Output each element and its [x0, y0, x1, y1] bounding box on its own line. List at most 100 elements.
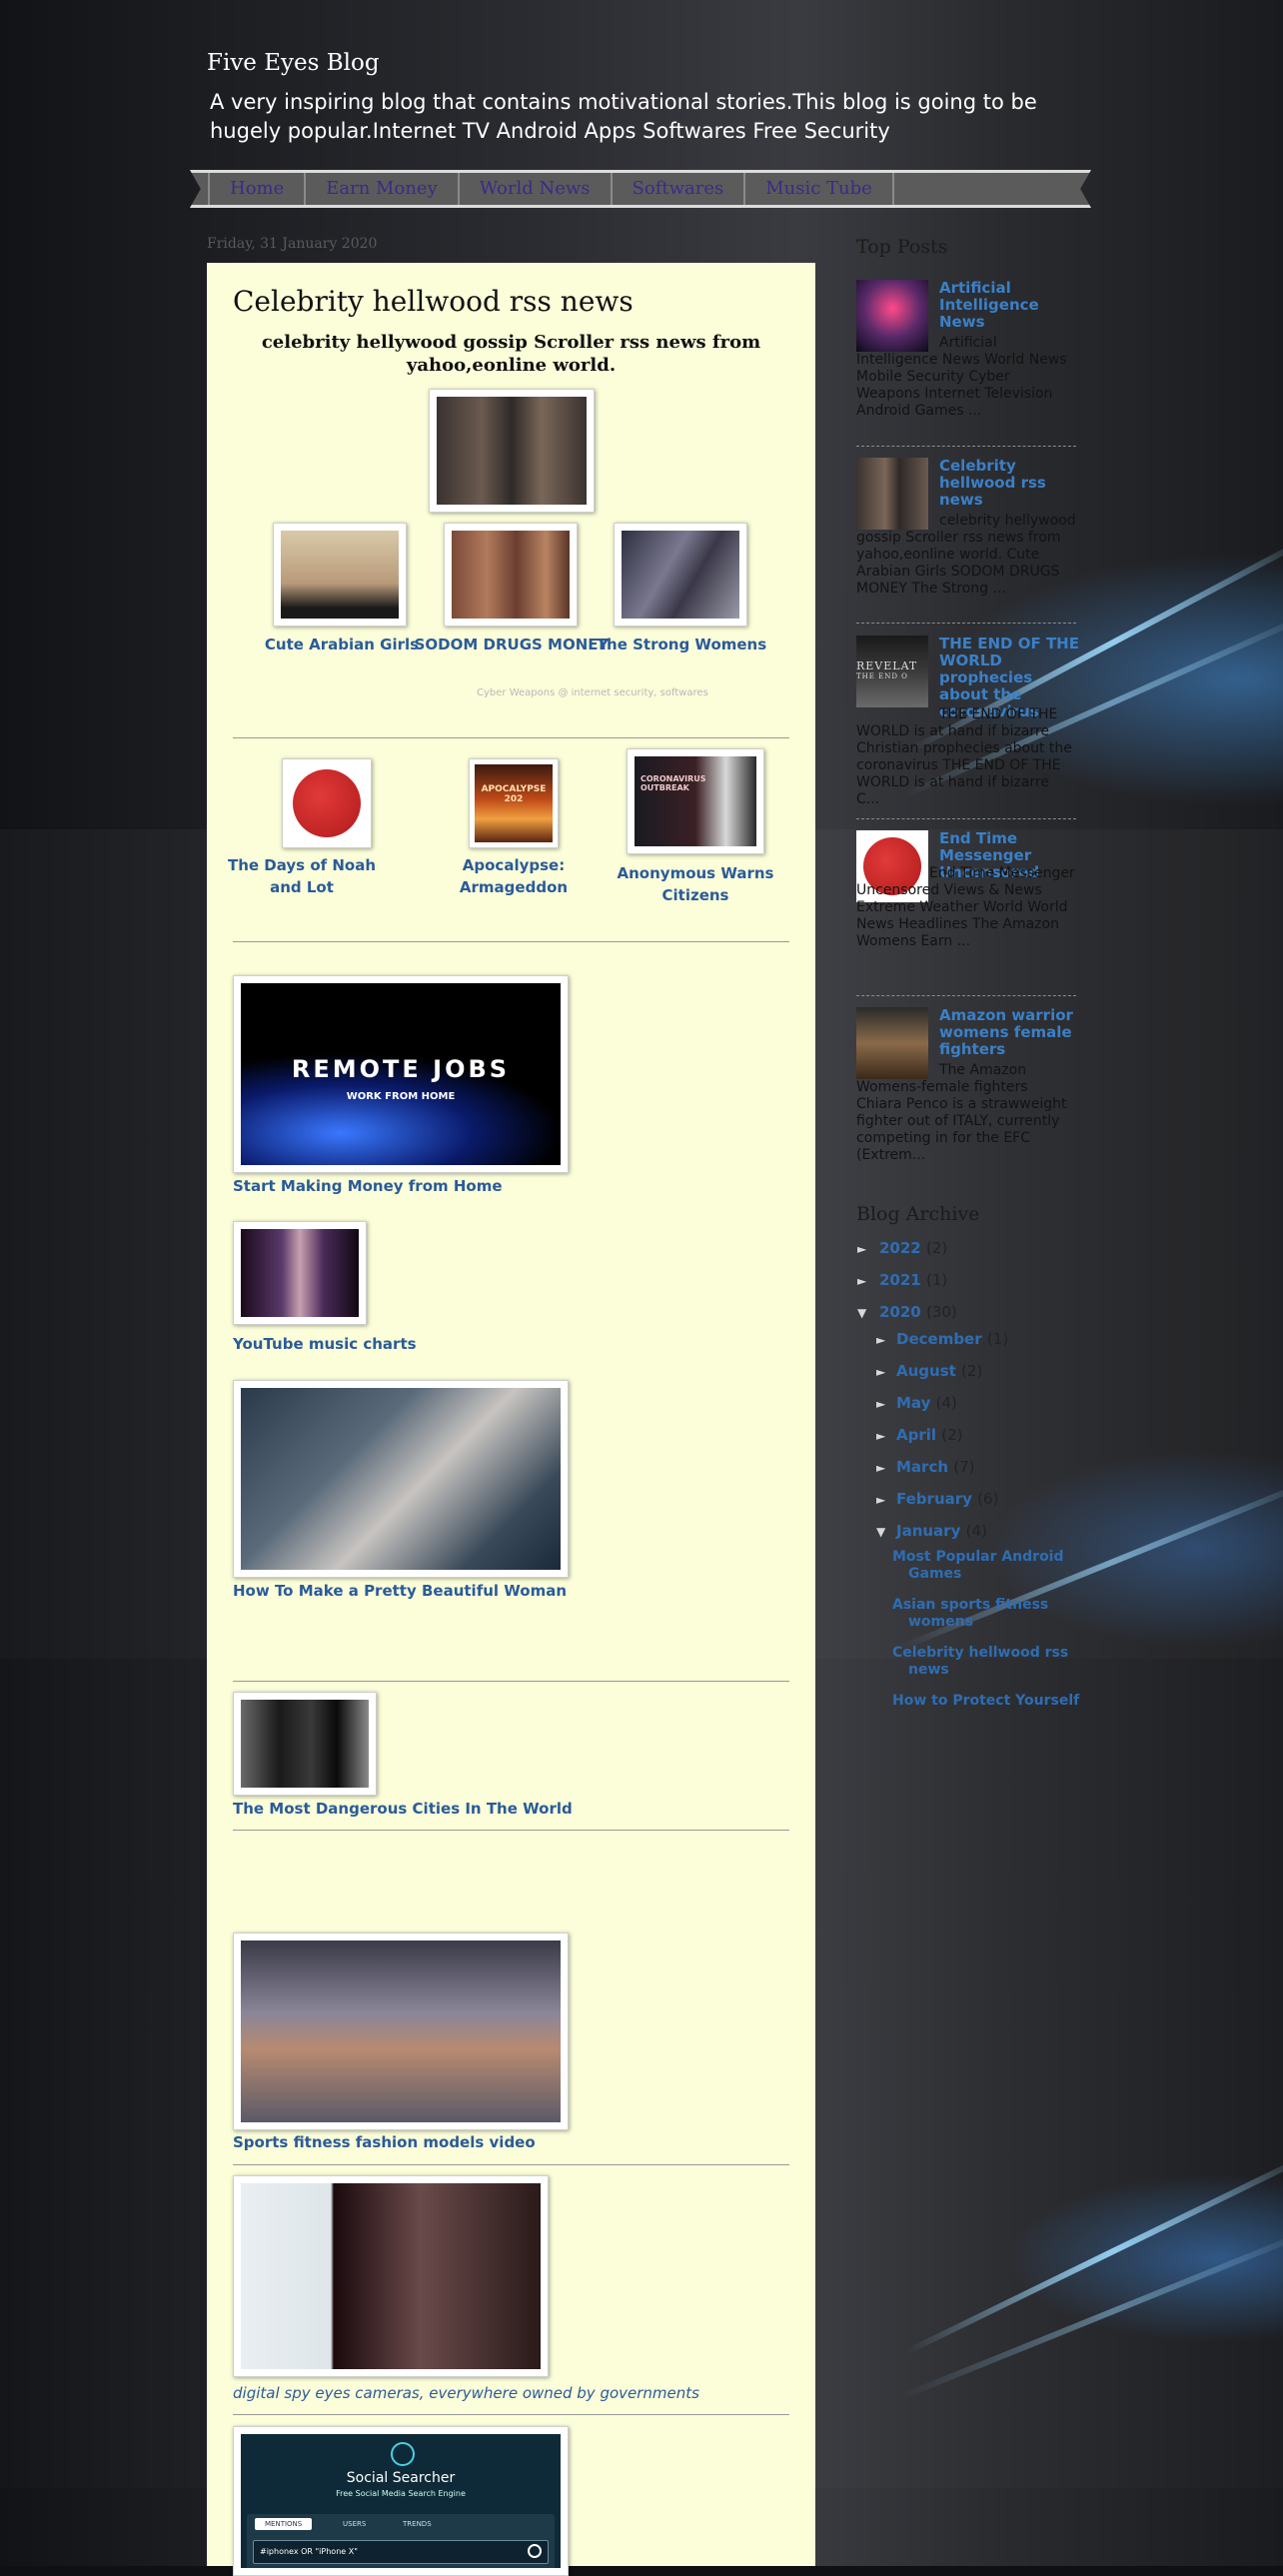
archive-month-label[interactable]: May: [896, 1394, 930, 1412]
nav-item-world-news[interactable]: World News: [460, 173, 613, 205]
archive-month-august[interactable]: August (2): [896, 1362, 982, 1380]
remote-jobs-image[interactable]: REMOTE JOBS WORK FROM HOME: [233, 975, 569, 1173]
top-post-snippet: THE END OF THE WORLD is at hand if bizar…: [856, 706, 1072, 807]
thumb-sodom-drugs-money[interactable]: [444, 523, 578, 627]
top-post-title[interactable]: Amazon warrior womens female fighters: [939, 1007, 1079, 1058]
top-post-item[interactable]: End Time Messenger Uncensored End Time M…: [856, 830, 1076, 990]
archive-month-april[interactable]: April (2): [896, 1426, 963, 1444]
top-post-snippet: Artificial Intelligence News World News …: [856, 335, 1067, 419]
revelation-thumb-text: REVELAT: [856, 659, 918, 672]
youtube-music-image[interactable]: [233, 1221, 367, 1325]
link-sports-fitness-models[interactable]: Sports fitness fashion models video: [233, 2133, 536, 2151]
expand-triangle-icon[interactable]: ►: [876, 1365, 885, 1379]
nav-items: Home Earn Money World News Softwares Mus…: [208, 173, 894, 205]
social-searcher-image[interactable]: Social Searcher Free Social Media Search…: [233, 2426, 569, 2576]
caption-the-strong-womens[interactable]: The Strong Womens: [577, 636, 786, 653]
collapse-triangle-icon[interactable]: ▼: [876, 1525, 885, 1539]
thumb-apocalypse[interactable]: APOCALYPSE 202: [469, 758, 559, 848]
post-image-content: [437, 397, 587, 505]
link-pretty-beautiful-woman[interactable]: How To Make a Pretty Beautiful Woman: [233, 1582, 567, 1600]
expand-triangle-icon[interactable]: ►: [876, 1397, 885, 1411]
archive-month-label[interactable]: January: [896, 1522, 960, 1540]
expand-triangle-icon[interactable]: ►: [876, 1429, 885, 1443]
archive-count: (2): [925, 1239, 948, 1257]
caption-days-of-noah[interactable]: The Days of Noah and Lot: [217, 854, 387, 898]
dangerous-cities-image[interactable]: [233, 1692, 377, 1796]
caption-anonymous[interactable]: Anonymous Warns Citizens: [611, 862, 780, 906]
archive-post-link[interactable]: How to Protect Yourself: [892, 1693, 1088, 1710]
blog-title[interactable]: Five Eyes Blog: [207, 50, 380, 76]
archive-count: (1): [986, 1330, 1009, 1348]
thumb-anonymous[interactable]: CORONAVIRUS OUTBREAK: [627, 748, 764, 854]
nav-item-home[interactable]: Home: [208, 173, 307, 205]
nav-item-music-tube[interactable]: Music Tube: [745, 173, 894, 205]
divider: [233, 2414, 789, 2415]
archive-year-label[interactable]: 2022: [879, 1239, 921, 1257]
thumb-cute-arabian-girls[interactable]: [273, 523, 407, 627]
link-dangerous-cities[interactable]: The Most Dangerous Cities In The World: [233, 1800, 573, 1818]
archive-heading: Blog Archive: [856, 1203, 980, 1225]
archive-month-march[interactable]: March (7): [896, 1458, 975, 1476]
archive-post-link[interactable]: Asian sports fitness womens: [892, 1597, 1088, 1631]
tab-trends[interactable]: TRENDS: [403, 2520, 432, 2528]
thumb-the-strong-womens[interactable]: [614, 523, 747, 627]
caption-apocalypse[interactable]: Apocalypse: Armageddon: [429, 854, 599, 898]
spy-cameras-image[interactable]: [233, 2175, 549, 2377]
nav-item-earn-money[interactable]: Earn Money: [306, 173, 460, 205]
archive-year-2022[interactable]: 2022 (2): [879, 1239, 947, 1257]
top-post-item[interactable]: REVELAT THE END O THE END OF THE WORLD p…: [856, 636, 1079, 807]
expand-triangle-icon[interactable]: ►: [876, 1493, 885, 1507]
link-start-making-money[interactable]: Start Making Money from Home: [233, 1177, 503, 1195]
post-title[interactable]: Celebrity hellwood rss news: [233, 285, 634, 318]
post-image[interactable]: [429, 389, 595, 513]
archive-month-label[interactable]: February: [896, 1490, 972, 1508]
divider: [856, 995, 1076, 996]
top-post-title[interactable]: Celebrity hellwood rss news: [939, 458, 1079, 509]
pretty-woman-image[interactable]: [233, 1380, 569, 1578]
archive-post-link[interactable]: Celebrity hellwood rss news: [892, 1645, 1088, 1679]
search-icon[interactable]: [528, 2544, 542, 2558]
top-post-thumb[interactable]: REVELAT THE END O: [856, 636, 928, 707]
nav-item-softwares[interactable]: Softwares: [613, 173, 746, 205]
small-text: Cyber Weapons @ internet security, softw…: [477, 687, 708, 698]
thumb-days-of-noah[interactable]: [282, 758, 372, 848]
archive-year-2020[interactable]: 2020 (30): [879, 1303, 957, 1321]
top-post-title[interactable]: Artificial Intelligence News: [939, 280, 1079, 331]
tab-users[interactable]: USERS: [343, 2520, 366, 2528]
collapse-triangle-icon[interactable]: ▼: [857, 1306, 866, 1320]
tab-mentions[interactable]: MENTIONS: [255, 2518, 313, 2530]
archive-post-link[interactable]: Most Popular Android Games: [892, 1549, 1088, 1583]
archive-month-label[interactable]: August: [896, 1362, 956, 1380]
archive-month-may[interactable]: May (4): [896, 1394, 957, 1412]
expand-triangle-icon[interactable]: ►: [876, 1333, 885, 1347]
archive-month-label[interactable]: March: [896, 1458, 948, 1476]
link-spy-eyes-cameras[interactable]: digital spy eyes cameras, everywhere own…: [233, 2384, 699, 2402]
search-input[interactable]: #iphonex OR "iPhone X": [253, 2540, 549, 2564]
top-post-item[interactable]: Artificial Intelligence News Artificial …: [856, 280, 1076, 440]
archive-month-label[interactable]: April: [896, 1426, 936, 1444]
expand-triangle-icon[interactable]: ►: [857, 1242, 866, 1256]
divider: [233, 2164, 789, 2165]
remote-jobs-title: REMOTE JOBS: [291, 1055, 511, 1083]
divider: [233, 941, 789, 942]
archive-year-label[interactable]: 2021: [879, 1271, 921, 1289]
archive-month-february[interactable]: February (6): [896, 1490, 998, 1508]
sports-fitness-image[interactable]: [233, 1932, 569, 2130]
archive-count: (30): [925, 1303, 957, 1321]
link-youtube-music-charts[interactable]: YouTube music charts: [233, 1335, 417, 1353]
divider: [856, 446, 1076, 447]
archive-count: (2): [941, 1426, 963, 1444]
archive-year-label[interactable]: 2020: [879, 1303, 921, 1321]
top-post-item[interactable]: Celebrity hellwood rss news celebrity he…: [856, 458, 1076, 618]
expand-triangle-icon[interactable]: ►: [857, 1274, 866, 1288]
blog-description: A very inspiring blog that contains moti…: [210, 90, 1037, 143]
remote-jobs-sub: WORK FROM HOME: [346, 1091, 456, 1102]
thumb-image: [622, 531, 739, 619]
thumb-image: [452, 531, 570, 619]
top-post-item[interactable]: Amazon warrior womens female fighters Th…: [856, 1007, 1076, 1167]
archive-month-december[interactable]: December (1): [896, 1330, 1008, 1348]
archive-year-2021[interactable]: 2021 (1): [879, 1271, 947, 1289]
expand-triangle-icon[interactable]: ►: [876, 1461, 885, 1475]
archive-month-january[interactable]: January (4): [896, 1522, 987, 1540]
archive-month-label[interactable]: December: [896, 1330, 982, 1348]
